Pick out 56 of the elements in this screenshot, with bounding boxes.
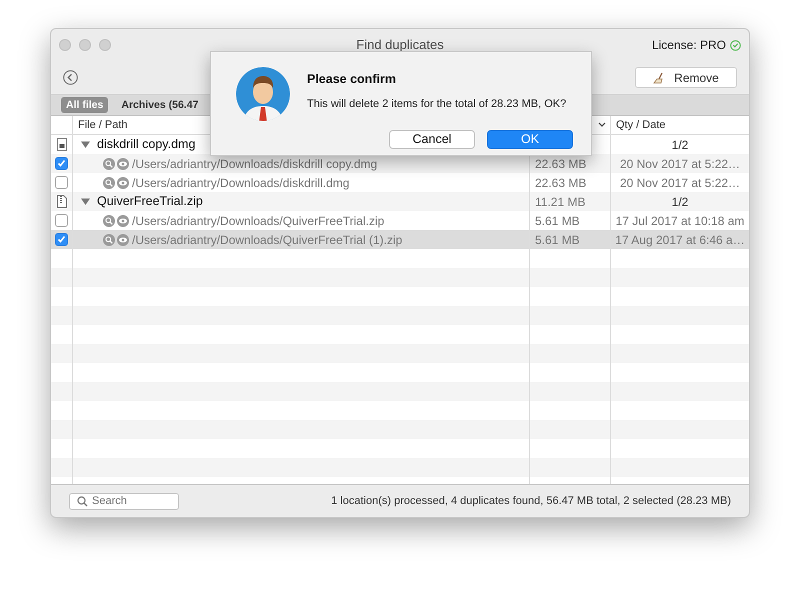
table-row[interactable]: /Users/adriantry/Downloads/diskdrill copy.dmg 22.63 MB 20 Nov 2017 at 5:22… [51,154,749,173]
cancel-button[interactable]: Cancel [389,130,475,150]
size-text: 22.63 MB [535,156,586,172]
search-field[interactable]: Search [69,492,179,510]
window-title: Find duplicates [356,37,444,52]
file-icon [56,138,68,151]
eye-icon[interactable] [117,234,129,246]
size-text: 22.63 MB [535,174,586,192]
column-header[interactable]: Qty / Date [610,116,749,134]
size-text: 5.61 MB [535,212,580,230]
eye-icon[interactable] [117,176,129,188]
magnifier-icon[interactable] [103,158,115,170]
file-path: /Users/adriantry/Downloads/QuiverFreeTrial (1).zip [132,232,402,248]
disclosure-triangle-icon[interactable] [81,140,90,149]
eye-icon[interactable] [117,214,129,226]
date-text: 17 Aug 2017 at 6:46 a… [615,232,745,248]
remove-button[interactable]: Remove [635,67,737,88]
eye-icon[interactable] [117,158,129,170]
file-path: /Users/adriantry/Downloads/diskdrill.dmg [132,174,350,192]
checkbox[interactable] [55,176,68,189]
selected-row[interactable]: /Users/adriantry/Downloads/QuiverFreeTrial (1).zip 5.61 MB 17 Aug 2017 at 6:46 a… [51,230,749,249]
dialog-title: Please confirm [307,71,397,88]
checkmark-icon [57,159,66,168]
license-label: License: PRO [652,37,726,54]
magnifier-icon[interactable] [103,234,115,246]
qty-text: 1/2 [672,194,688,210]
file-path: /Users/adriantry/Downloads/QuiverFreeTrial.zip [132,212,384,230]
checkbox[interactable] [55,214,68,227]
check-icon [730,40,741,50]
magnifier-icon[interactable] [103,214,115,226]
checkbox[interactable] [55,233,68,246]
tab[interactable]: Archives (56.47 [116,97,204,113]
sort-caret-icon[interactable] [598,122,606,128]
status-text: 1 location(s) processed, 4 duplicates found, 56.47 MB total, 2 selected (28.23 MB) [331,494,731,509]
date-text: 20 Nov 2017 at 5:22… [620,156,740,172]
size-text: 5.61 MB [535,232,580,248]
tab[interactable]: All files [61,97,108,113]
avatar-icon [235,66,291,122]
dialog-message: This will delete 2 items for the total of 28.23 MB, OK? [307,96,568,112]
zoom-button[interactable] [99,39,111,51]
disclosure-triangle-icon[interactable] [81,197,90,206]
qty-text: 1/2 [672,136,688,154]
minimize-button[interactable] [79,39,91,51]
checkmark-icon [57,235,66,244]
magnifier-icon[interactable] [103,176,115,188]
checkbox[interactable] [55,157,68,170]
group-name: QuiverFreeTrial.zip [97,193,203,210]
group-name: diskdrill copy.dmg [97,136,196,154]
back-icon[interactable] [63,70,78,85]
date-text: 17 Jul 2017 at 10:18 am [616,212,744,230]
size-text: 11.21 MB [535,194,586,210]
ok-button[interactable]: OK [487,130,573,150]
file-icon [56,195,68,208]
date-text: 20 Nov 2017 at 5:22… [620,174,740,192]
file-path: /Users/adriantry/Downloads/diskdrill copy.dmg [132,156,378,172]
close-button[interactable] [59,39,71,51]
